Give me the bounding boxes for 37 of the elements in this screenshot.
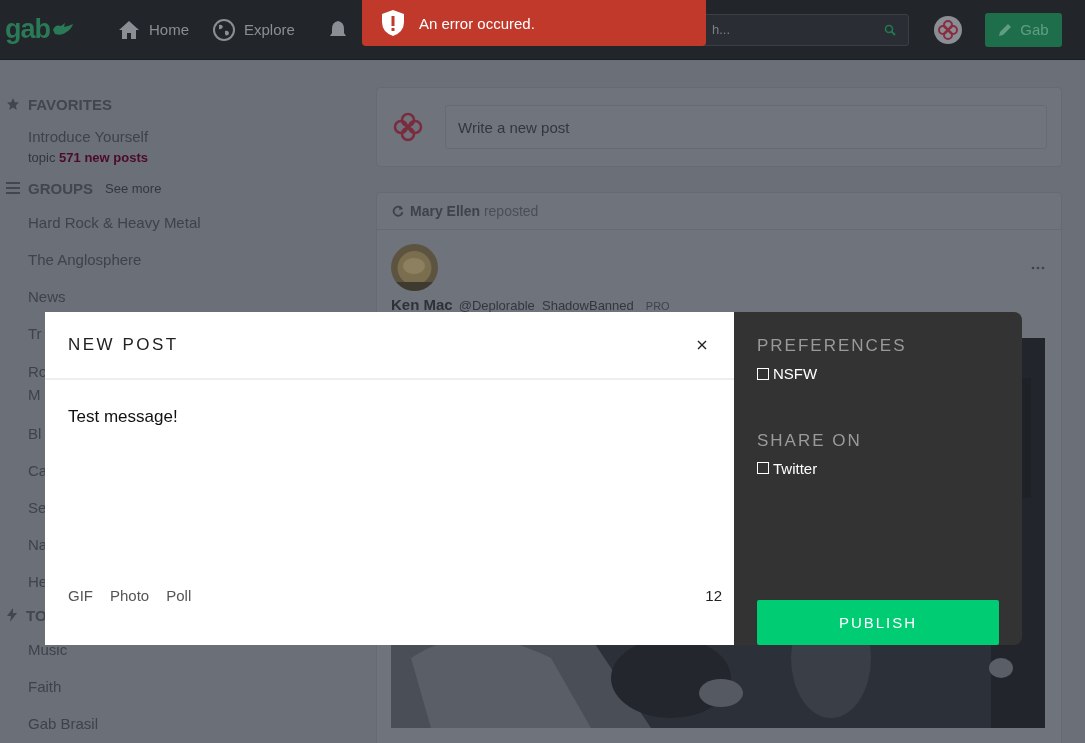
gab-button[interactable]: Gab (985, 12, 1062, 47)
attachment-link[interactable]: Poll (166, 587, 192, 604)
close-icon (697, 340, 707, 350)
globe-icon (213, 18, 235, 41)
star-icon (6, 97, 20, 111)
option-label: Twitter (773, 459, 818, 477)
home-icon (118, 19, 140, 40)
pencil-icon (998, 22, 1013, 37)
attachment-link[interactable]: Photo (110, 587, 150, 604)
nav-link[interactable]: Explore (213, 18, 295, 41)
menu-icon (6, 182, 20, 194)
checkbox[interactable] (757, 462, 769, 475)
search-icon (884, 23, 896, 36)
character-count: 12 (705, 587, 722, 604)
see-more-link[interactable]: See more (105, 180, 162, 196)
author-name[interactable]: Ken Mac (391, 296, 453, 313)
option-label: NSFW (773, 365, 818, 382)
flower-icon (391, 110, 425, 144)
new-posts-count: 571 new posts (59, 149, 148, 165)
section-title: PREFERENCES (757, 336, 908, 356)
attachment-link[interactable]: GIF (68, 587, 93, 604)
checkbox[interactable] (757, 367, 769, 380)
avatar-icon[interactable] (933, 14, 963, 45)
dialog-title: NEW POST (68, 335, 179, 355)
shield-icon (381, 9, 405, 37)
logo[interactable]: gab (5, 14, 50, 45)
error-message: An error occured. (419, 14, 535, 32)
new-post-field[interactable]: Write a new post (445, 105, 1047, 149)
author-handle: @Deplorable_ShadowBanned (458, 298, 634, 313)
bird-icon (51, 21, 75, 38)
item-meta: topic (28, 149, 56, 165)
post-text-field[interactable]: Test message! (45, 380, 734, 587)
repost-icon (392, 205, 404, 217)
nav-link[interactable]: Home (118, 19, 189, 40)
bolt-icon (6, 608, 18, 622)
section-title: SHARE ON (757, 430, 863, 451)
publish-button[interactable]: PUBLISH (757, 600, 999, 645)
